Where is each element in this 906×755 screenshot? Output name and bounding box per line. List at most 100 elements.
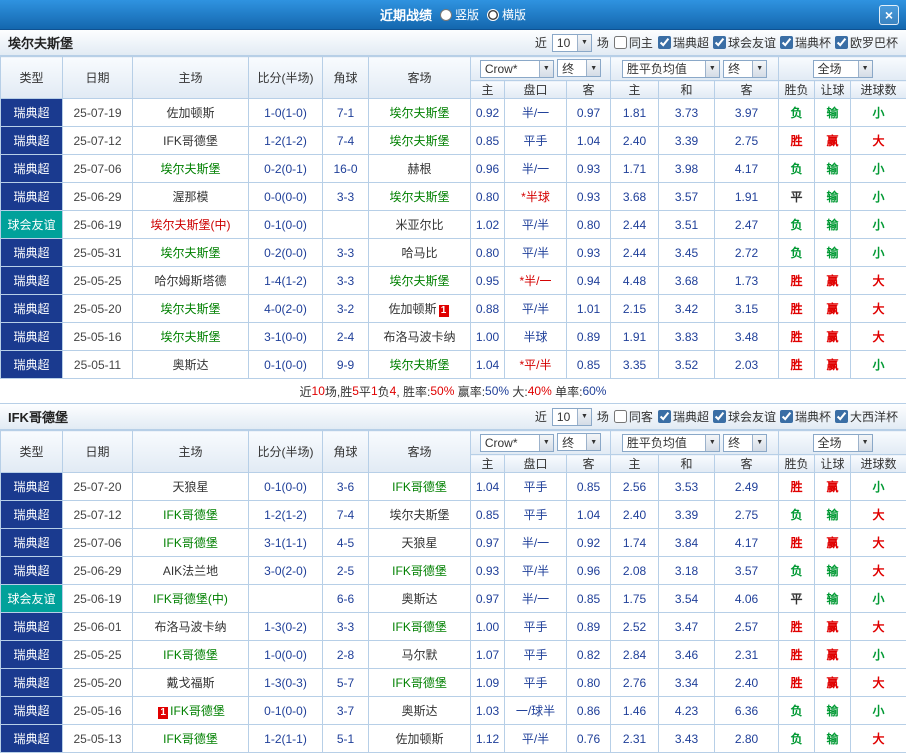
europe-odds-select[interactable]: 胜平负均值 ▼ <box>621 59 720 78</box>
recent-count-select[interactable]: 10 ▼ <box>551 33 592 52</box>
europe-final-select[interactable]: 终 ▼ <box>723 433 768 452</box>
europe-away-cell: 1.73 <box>714 266 779 295</box>
league-filter[interactable]: 瑞典超 <box>657 34 709 51</box>
team-label: 埃尔夫斯堡 <box>160 246 221 260</box>
europe-odds-select[interactable]: 胜平负均值 ▼ <box>621 433 720 452</box>
match-row: 瑞典超 25-06-29 渥那模 0-0(0-0) 3-3 埃尔夫斯堡 0.80 *半球 0.9… <box>0 182 906 211</box>
europe-away-cell: 3.48 <box>714 322 779 351</box>
team-label: IFK哥德堡 <box>392 564 447 578</box>
odds-away-cell: 0.94 <box>566 266 611 295</box>
league-filter-checkbox[interactable] <box>657 36 671 49</box>
date-cell: 25-07-12 <box>62 126 133 155</box>
team-label: 埃尔夫斯堡 <box>389 190 450 204</box>
match-row: 瑞典超 25-05-25 哈尔姆斯塔德 1-4(1-2) 3-3 埃尔夫斯堡 0.95 *半/… <box>0 266 906 295</box>
league-filter[interactable]: 瑞典杯 <box>779 34 831 51</box>
scope-select[interactable]: 全场 ▼ <box>812 59 873 78</box>
league-filter-checkbox[interactable] <box>834 410 848 423</box>
recent-count-select[interactable]: 10 ▼ <box>551 407 592 426</box>
goals-result-cell: 大 <box>849 612 906 641</box>
filter-bar: 近 10 ▼ 场 同主 瑞典超 球会友谊 瑞典杯 欧罗巴杯 <box>534 33 898 52</box>
league-cell: 瑞典超 <box>0 556 63 585</box>
layout-option-vertical[interactable]: 竖版 <box>439 6 479 23</box>
europe-away-cell: 4.17 <box>714 528 779 557</box>
handicap-result-cell: 赢 <box>814 126 851 155</box>
league-filter-checkbox[interactable] <box>779 410 793 423</box>
league-filter-checkbox[interactable] <box>657 410 671 423</box>
scope-select[interactable]: 全场 ▼ <box>812 433 873 452</box>
team-label: IFK哥德堡 <box>163 732 218 746</box>
europe-final-select[interactable]: 终 ▼ <box>723 59 768 78</box>
europe-home-cell: 1.71 <box>610 154 659 183</box>
league-filter[interactable]: 球会友谊 <box>712 408 776 425</box>
chevron-down-icon: ▼ <box>586 60 601 77</box>
league-filter-label: 球会友谊 <box>727 410 776 424</box>
odds-company-select[interactable]: Crow* ▼ <box>479 59 554 78</box>
europe-draw-cell: 3.53 <box>658 472 715 501</box>
layout-option-horizontal[interactable]: 横版 <box>487 6 526 23</box>
europe-draw-cell: 3.18 <box>658 556 715 585</box>
same-venue-input[interactable] <box>613 36 627 49</box>
league-filter-checkbox[interactable] <box>834 36 848 49</box>
away-team-cell: 埃尔夫斯堡 <box>368 126 471 155</box>
goals-result-cell: 小 <box>849 696 906 725</box>
goals-result-cell: 小 <box>849 154 906 183</box>
league-cell: 瑞典超 <box>0 528 63 557</box>
team-label: IFK哥德堡 <box>163 536 218 550</box>
score-cell: 0-1(0-0) <box>248 210 323 239</box>
handicap-result-cell: 输 <box>814 182 851 211</box>
odds-company-select[interactable]: Crow* ▼ <box>479 433 554 452</box>
same-venue-input[interactable] <box>613 410 627 423</box>
goals-result-cell: 小 <box>849 98 906 127</box>
team-label: 佐加顿斯 <box>395 732 444 746</box>
team-label: 哈尔姆斯塔德 <box>154 274 227 288</box>
league-cell: 瑞典超 <box>0 472 63 501</box>
league-filter[interactable]: 瑞典超 <box>657 408 709 425</box>
odds-final-select[interactable]: 终 ▼ <box>557 59 602 78</box>
odds-home-cell: 0.95 <box>470 266 505 295</box>
winloss-result-cell: 胜 <box>778 350 815 379</box>
odds-away-cell: 1.04 <box>566 500 611 529</box>
league-cell: 瑞典超 <box>0 612 63 641</box>
odds-away-cell: 0.85 <box>566 350 611 379</box>
summary-segment: 近 <box>299 384 312 399</box>
titlebar: 近期战绩 竖版 横版 × <box>0 0 906 30</box>
close-icon[interactable]: × <box>879 5 899 25</box>
europe-home-cell: 2.44 <box>610 238 659 267</box>
corner-cell: 7-1 <box>322 98 369 127</box>
handicap-cell: 一/球半 <box>504 696 567 725</box>
team-label: IFK哥德堡(中) <box>153 592 228 606</box>
europe-away-cell: 2.03 <box>714 350 779 379</box>
odds-final-select[interactable]: 终 ▼ <box>557 433 602 452</box>
league-filter[interactable]: 欧罗巴杯 <box>834 34 898 51</box>
team-label: 渥那模 <box>172 190 209 204</box>
league-filter[interactable]: 瑞典杯 <box>779 408 831 425</box>
vertical-radio[interactable] <box>439 8 452 21</box>
europe-draw-cell: 3.39 <box>658 500 715 529</box>
horizontal-radio[interactable] <box>487 8 499 21</box>
league-filter[interactable]: 大西洋杯 <box>834 408 898 425</box>
league-filter-checkbox[interactable] <box>712 410 726 423</box>
near-label: 近 <box>534 36 547 50</box>
odds-home-cell: 1.04 <box>470 350 505 379</box>
match-row: 瑞典超 25-05-16 1 IFK哥德堡 0-1(0-0) 3-7 奥斯达 1.03 一/球半… <box>0 696 906 725</box>
home-team-cell: IFK哥德堡 <box>132 126 249 155</box>
league-filter-checkbox[interactable] <box>712 36 726 49</box>
odds-group-header: Crow* ▼ 终 ▼ <box>470 56 611 81</box>
odds-away-cell: 0.92 <box>566 528 611 557</box>
europe-draw-cell: 3.68 <box>658 266 715 295</box>
away-team-cell: 马尔默 <box>368 640 471 669</box>
europe-home-cell: 2.40 <box>610 500 659 529</box>
home-team-cell: 戴戈福斯 <box>132 668 249 697</box>
match-row: 球会友谊 25-06-19 埃尔夫斯堡(中) 0-1(0-0) 米亚尔比 1.02 平/半 0… <box>0 210 906 239</box>
winloss-result-cell: 负 <box>778 500 815 529</box>
corner-cell: 7-4 <box>322 126 369 155</box>
league-filter-checkbox[interactable] <box>779 36 793 49</box>
away-header: 客场 <box>368 430 471 473</box>
same-venue-checkbox[interactable]: 同客 <box>613 408 653 425</box>
europe-away-cell: 2.49 <box>714 472 779 501</box>
europe-draw-cell: 3.83 <box>658 322 715 351</box>
league-filter[interactable]: 球会友谊 <box>712 34 776 51</box>
europe-draw-cell: 3.42 <box>658 294 715 323</box>
team-label: IFK哥德堡 <box>392 480 447 494</box>
same-venue-checkbox[interactable]: 同主 <box>613 34 653 51</box>
